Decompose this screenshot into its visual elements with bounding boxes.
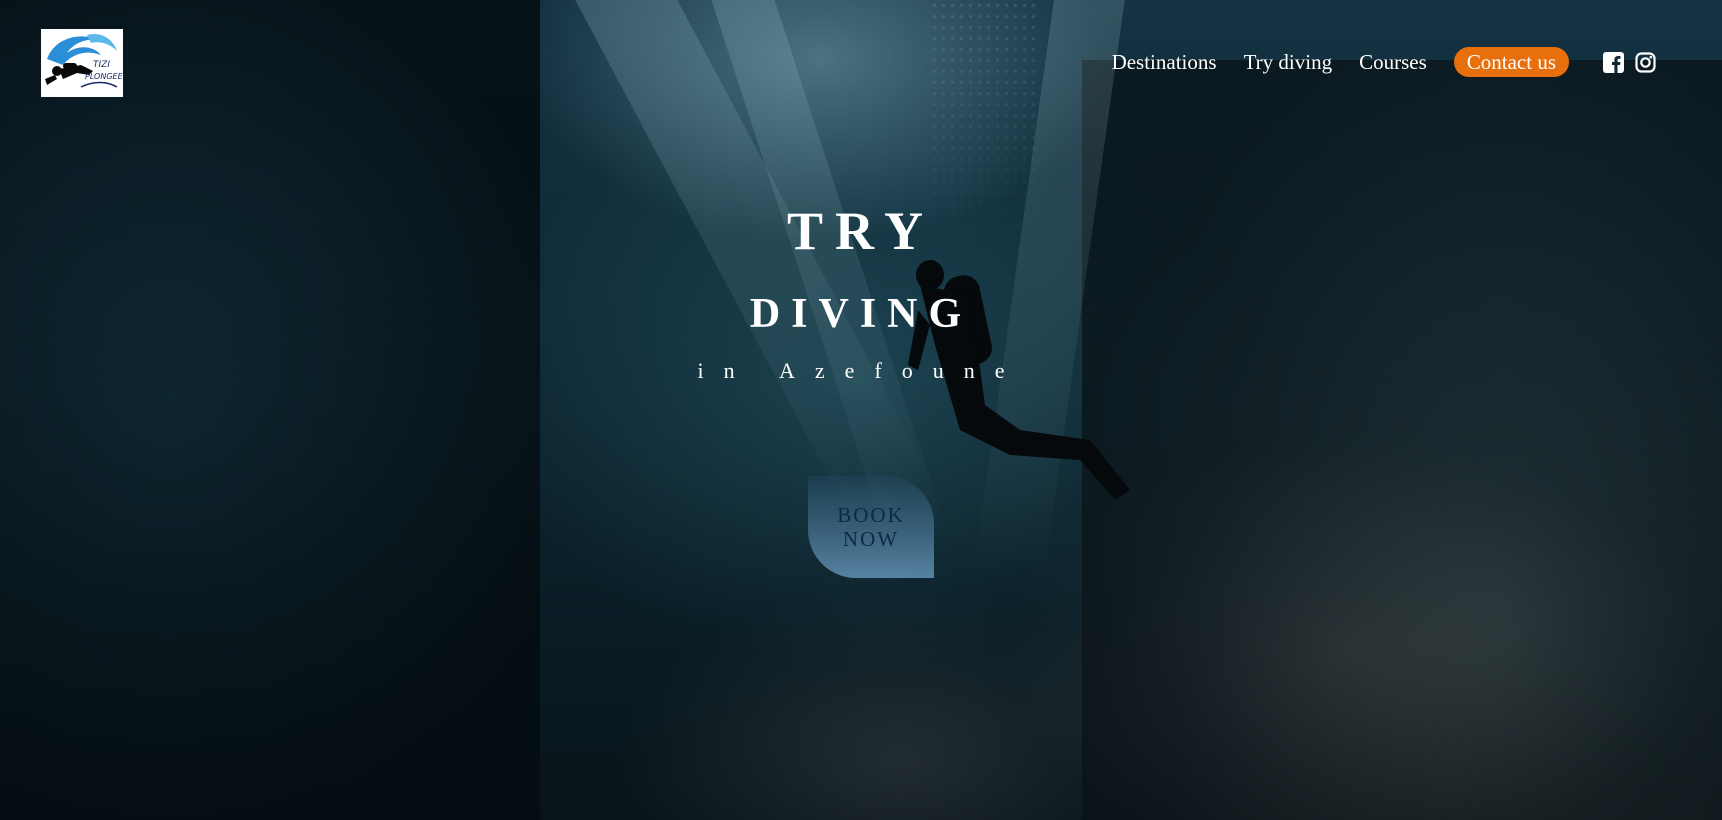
rock-wall-left: [0, 0, 540, 820]
site-logo[interactable]: TIZI PLONGEE: [41, 29, 124, 97]
hero-subtitle: in Azefoune: [697, 358, 1025, 383]
book-now-line1: BOOK: [837, 503, 905, 527]
nav-link-destinations[interactable]: Destinations: [1112, 50, 1217, 75]
diver-logo-icon: TIZI PLONGEE: [45, 33, 124, 88]
instagram-icon[interactable]: [1635, 51, 1656, 73]
main-nav: Destinations Try diving Courses Contact …: [1112, 46, 1722, 78]
contact-us-button[interactable]: Contact us: [1453, 47, 1569, 77]
rock-wall-right: [1082, 60, 1722, 820]
nav-link-try-diving[interactable]: Try diving: [1244, 50, 1333, 75]
facebook-icon[interactable]: [1603, 51, 1624, 73]
book-now-line2: NOW: [842, 527, 900, 551]
hero-title-try: TRY: [786, 201, 936, 261]
book-now-button[interactable]: BOOK NOW: [808, 476, 934, 578]
social-links: [1603, 51, 1656, 73]
logo-text-plongee: PLONGEE: [85, 72, 123, 81]
hero-title-diving: DIVING: [749, 291, 973, 337]
logo-text-tizi: TIZI: [93, 60, 110, 70]
nav-link-courses[interactable]: Courses: [1359, 50, 1427, 75]
hero-background: [0, 0, 1722, 820]
